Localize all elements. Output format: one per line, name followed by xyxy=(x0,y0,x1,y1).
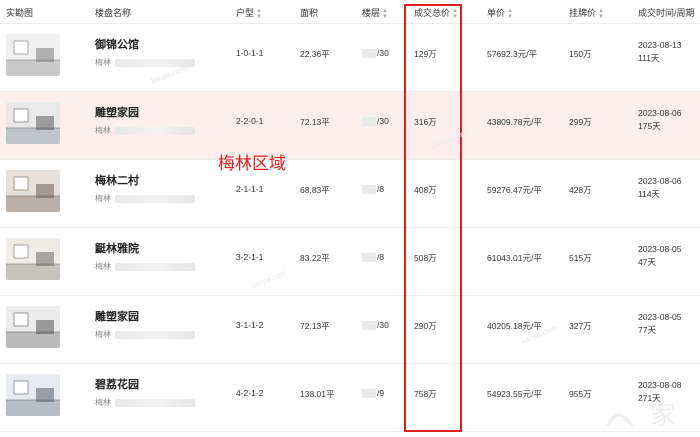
community-name[interactable]: 鼮林雅院 xyxy=(95,240,139,256)
sort-icon[interactable]: ▲ ▼ xyxy=(256,8,262,20)
layout-value: 1-0-1-1 xyxy=(236,48,264,58)
list-price-value: 955万 xyxy=(569,389,592,399)
unit-price-value: 59276.47元/平 xyxy=(487,185,542,195)
district-label: 梅林 xyxy=(95,261,195,272)
sort-icon[interactable]: ▲ ▼ xyxy=(382,8,388,20)
col-photo: 实勘图 xyxy=(6,8,34,18)
table-row[interactable]: 鼮林雅院 梅林 3-2-1-1 83.22平 /8 508万 61043.01元… xyxy=(0,228,700,296)
blurred-detail xyxy=(115,398,195,407)
total-price-value: 129万 xyxy=(414,49,437,59)
area-value: 83.22平 xyxy=(300,253,330,263)
list-price-value: 299万 xyxy=(569,117,592,127)
table-row[interactable]: 雕塑家园 梅林 2-2-0-1 72.13平 /30 316万 43809.78… xyxy=(0,92,700,160)
district-label: 梅林 xyxy=(95,57,195,68)
sort-icon[interactable]: ▲ ▼ xyxy=(598,8,604,20)
floor-value: /9 xyxy=(362,388,384,399)
table-row[interactable]: 梅林二村 梅林 2-1-1-1 68.83平 /8 408万 59276.47元… xyxy=(0,160,700,228)
list-price-value: 428万 xyxy=(569,185,592,195)
unit-price-value: 54923.55元/平 xyxy=(487,389,542,399)
layout-value: 3-2-1-1 xyxy=(236,252,264,262)
listing-photo[interactable] xyxy=(6,170,60,212)
deal-date: 2023-08-06 114天 xyxy=(638,176,682,199)
community-name[interactable]: 碧荔花园 xyxy=(95,376,139,392)
col-deal-time: 成交时间/周期 xyxy=(638,8,695,18)
col-unit-price[interactable]: 单价 ▲ ▼ xyxy=(487,6,513,20)
deal-date: 2023-08-05 47天 xyxy=(638,244,682,267)
community-name[interactable]: 御锦公馆 xyxy=(95,36,139,52)
table-row[interactable]: 碧荔花园 梅林 4-2-1-2 138.01平 /9 758万 54923.55… xyxy=(0,364,700,432)
region-annotation: 梅林区域 xyxy=(218,154,286,173)
area-value: 138.01平 xyxy=(300,389,335,399)
floor-value: /30 xyxy=(362,48,389,59)
area-value: 22.36平 xyxy=(300,49,330,59)
unit-price-value: 61043.01元/平 xyxy=(487,253,542,263)
blurred-detail xyxy=(115,58,195,67)
layout-value: 2-2-0-1 xyxy=(236,116,264,126)
area-value: 72.13平 xyxy=(300,321,330,331)
unit-price-value: 40205.18元/平 xyxy=(487,321,542,331)
table-header: 实勘图 楼盘名称 户型 ▲ ▼ 面积 楼层 ▲ ▼ 成交总价 ▲ ▼ 单价 ▲ ▼ 挂牌价 ▲ ▼ … xyxy=(0,0,700,24)
total-price-value: 290万 xyxy=(414,321,437,331)
blurred-detail xyxy=(115,330,195,339)
floor-value: /8 xyxy=(362,252,384,263)
total-price-value: 508万 xyxy=(414,253,437,263)
layout-value: 2-1-1-1 xyxy=(236,184,264,194)
blurred-detail xyxy=(115,126,195,135)
table-row[interactable]: 雕塑家园 梅林 3-1-1-2 72.13平 /30 290万 40205.18… xyxy=(0,296,700,364)
col-total-price[interactable]: 成交总价 ▲ ▼ xyxy=(414,6,458,20)
deal-date: 2023-08-13 111天 xyxy=(638,40,682,63)
table-row[interactable]: 御锦公馆 梅林 1-0-1-1 22.36平 /30 129万 57692.3元… xyxy=(0,24,700,92)
list-price-value: 150万 xyxy=(569,49,592,59)
col-floor[interactable]: 楼层 ▲ ▼ xyxy=(362,6,388,20)
community-name[interactable]: 雕塑家园 xyxy=(95,104,139,120)
area-value: 68.83平 xyxy=(300,185,330,195)
col-layout[interactable]: 户型 ▲ ▼ xyxy=(236,6,262,20)
community-name[interactable]: 雕塑家园 xyxy=(95,308,139,324)
listing-photo[interactable] xyxy=(6,34,60,76)
sort-icon[interactable]: ▲ ▼ xyxy=(507,8,513,20)
floor-value: /30 xyxy=(362,116,389,127)
layout-value: 4-2-1-2 xyxy=(236,388,264,398)
unit-price-value: 43809.78元/平 xyxy=(487,117,542,127)
list-price-value: 327万 xyxy=(569,321,592,331)
district-label: 梅林 xyxy=(95,397,195,408)
total-price-value: 408万 xyxy=(414,185,437,195)
col-name: 楼盘名称 xyxy=(95,8,132,18)
deal-table: 实勘图 楼盘名称 户型 ▲ ▼ 面积 楼层 ▲ ▼ 成交总价 ▲ ▼ 单价 ▲ ▼ 挂牌价 ▲ ▼ … xyxy=(0,0,700,437)
floor-value: /8 xyxy=(362,184,384,195)
total-price-value: 758万 xyxy=(414,389,437,399)
district-label: 梅林 xyxy=(95,329,195,340)
area-value: 72.13平 xyxy=(300,117,330,127)
listing-photo[interactable] xyxy=(6,374,60,416)
col-list-price[interactable]: 挂牌价 ▲ ▼ xyxy=(569,6,604,20)
district-label: 梅林 xyxy=(95,193,195,204)
floor-value: /30 xyxy=(362,320,389,331)
deal-date: 2023-08-05 77天 xyxy=(638,312,682,335)
blurred-detail xyxy=(115,194,195,203)
deal-date: 2023-08-06 175天 xyxy=(638,108,682,131)
total-price-value: 316万 xyxy=(414,117,437,127)
list-price-value: 515万 xyxy=(569,253,592,263)
district-label: 梅林 xyxy=(95,125,195,136)
listing-photo[interactable] xyxy=(6,238,60,280)
blurred-detail xyxy=(115,262,195,271)
listing-photo[interactable] xyxy=(6,306,60,348)
layout-value: 3-1-1-2 xyxy=(236,320,264,330)
sort-icon[interactable]: ▲ ▼ xyxy=(452,8,458,20)
listing-photo[interactable] xyxy=(6,102,60,144)
community-name[interactable]: 梅林二村 xyxy=(95,172,139,188)
unit-price-value: 57692.3元/平 xyxy=(487,49,538,59)
col-area: 面积 xyxy=(300,8,319,18)
deal-date: 2023-08-08 271天 xyxy=(638,380,682,403)
